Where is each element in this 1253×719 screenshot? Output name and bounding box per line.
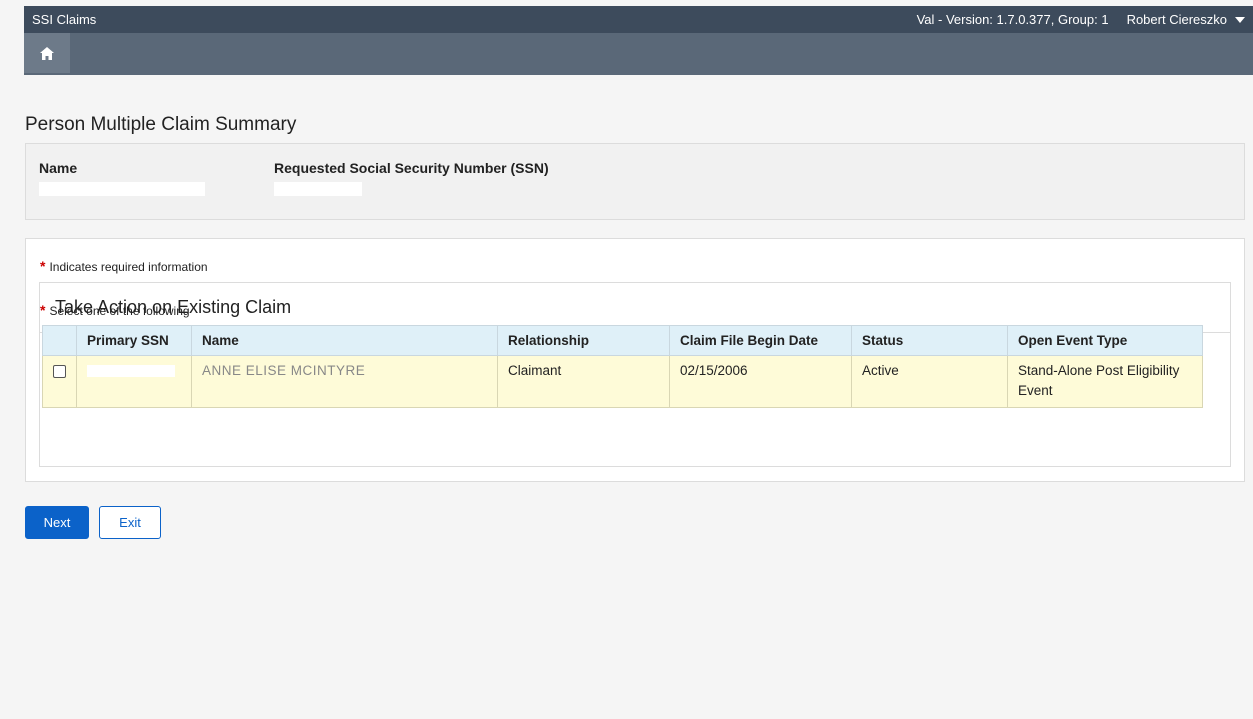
select-note: * Select one of the following: [40, 302, 190, 318]
column-header-relationship: Relationship: [497, 325, 670, 356]
required-star: *: [40, 258, 46, 274]
row-select-checkbox[interactable]: [53, 365, 66, 378]
primary-ssn-cell: [76, 355, 192, 408]
caret-down-icon: [1235, 16, 1245, 23]
claims-table: Primary SSN Name Relationship Claim File…: [42, 325, 1203, 408]
row-select-cell: [42, 355, 77, 408]
next-button[interactable]: Next: [25, 506, 89, 539]
select-note-text: Select one of the following: [49, 304, 190, 318]
app-title: SSI Claims: [32, 12, 97, 27]
exit-button[interactable]: Exit: [99, 506, 161, 539]
required-note-text: Indicates required information: [49, 260, 208, 274]
required-star: *: [40, 302, 46, 318]
status-cell: Active: [851, 355, 1008, 408]
relationship-cell: Claimant: [497, 355, 670, 408]
table-row[interactable]: ANNE ELISE MCINTYRE Claimant 02/15/2006 …: [42, 355, 1203, 408]
nav-bar: [24, 33, 1253, 75]
name-cell: ANNE ELISE MCINTYRE: [191, 355, 498, 408]
claim-action-panel: * Indicates required information Take Act…: [25, 238, 1245, 482]
top-bar-right: Val - Version: 1.7.0.377, Group: 1 Rober…: [917, 12, 1245, 27]
primary-ssn-redacted: [87, 365, 175, 377]
open-event-type-cell: Stand-Alone Post Eligibility Event: [1007, 355, 1203, 408]
table-header-row: Primary SSN Name Relationship Claim File…: [42, 325, 1203, 356]
column-header-name: Name: [191, 325, 498, 356]
column-header-select: [42, 325, 77, 356]
ssn-value-redacted: [274, 182, 362, 196]
page-title: Person Multiple Claim Summary: [25, 114, 297, 135]
required-note: * Indicates required information: [40, 258, 208, 274]
column-header-claim-file-begin-date: Claim File Begin Date: [669, 325, 852, 356]
user-menu[interactable]: Robert Ciereszko: [1127, 12, 1245, 27]
home-button[interactable]: [24, 33, 70, 73]
version-info: Val - Version: 1.7.0.377, Group: 1: [916, 12, 1109, 27]
name-value-redacted: [39, 182, 205, 196]
user-name: Robert Ciereszko: [1126, 12, 1227, 27]
person-summary-panel: Name Requested Social Security Number (S…: [25, 143, 1245, 220]
column-header-status: Status: [851, 325, 1008, 356]
name-label: Name: [39, 160, 78, 176]
ssn-label: Requested Social Security Number (SSN): [274, 160, 549, 176]
claim-file-begin-date-cell: 02/15/2006: [669, 355, 852, 408]
column-header-open-event-type: Open Event Type: [1007, 325, 1203, 356]
top-bar: SSI Claims Val - Version: 1.7.0.377, Gro…: [24, 6, 1253, 33]
home-icon: [40, 46, 54, 60]
column-header-primary-ssn: Primary SSN: [76, 325, 192, 356]
